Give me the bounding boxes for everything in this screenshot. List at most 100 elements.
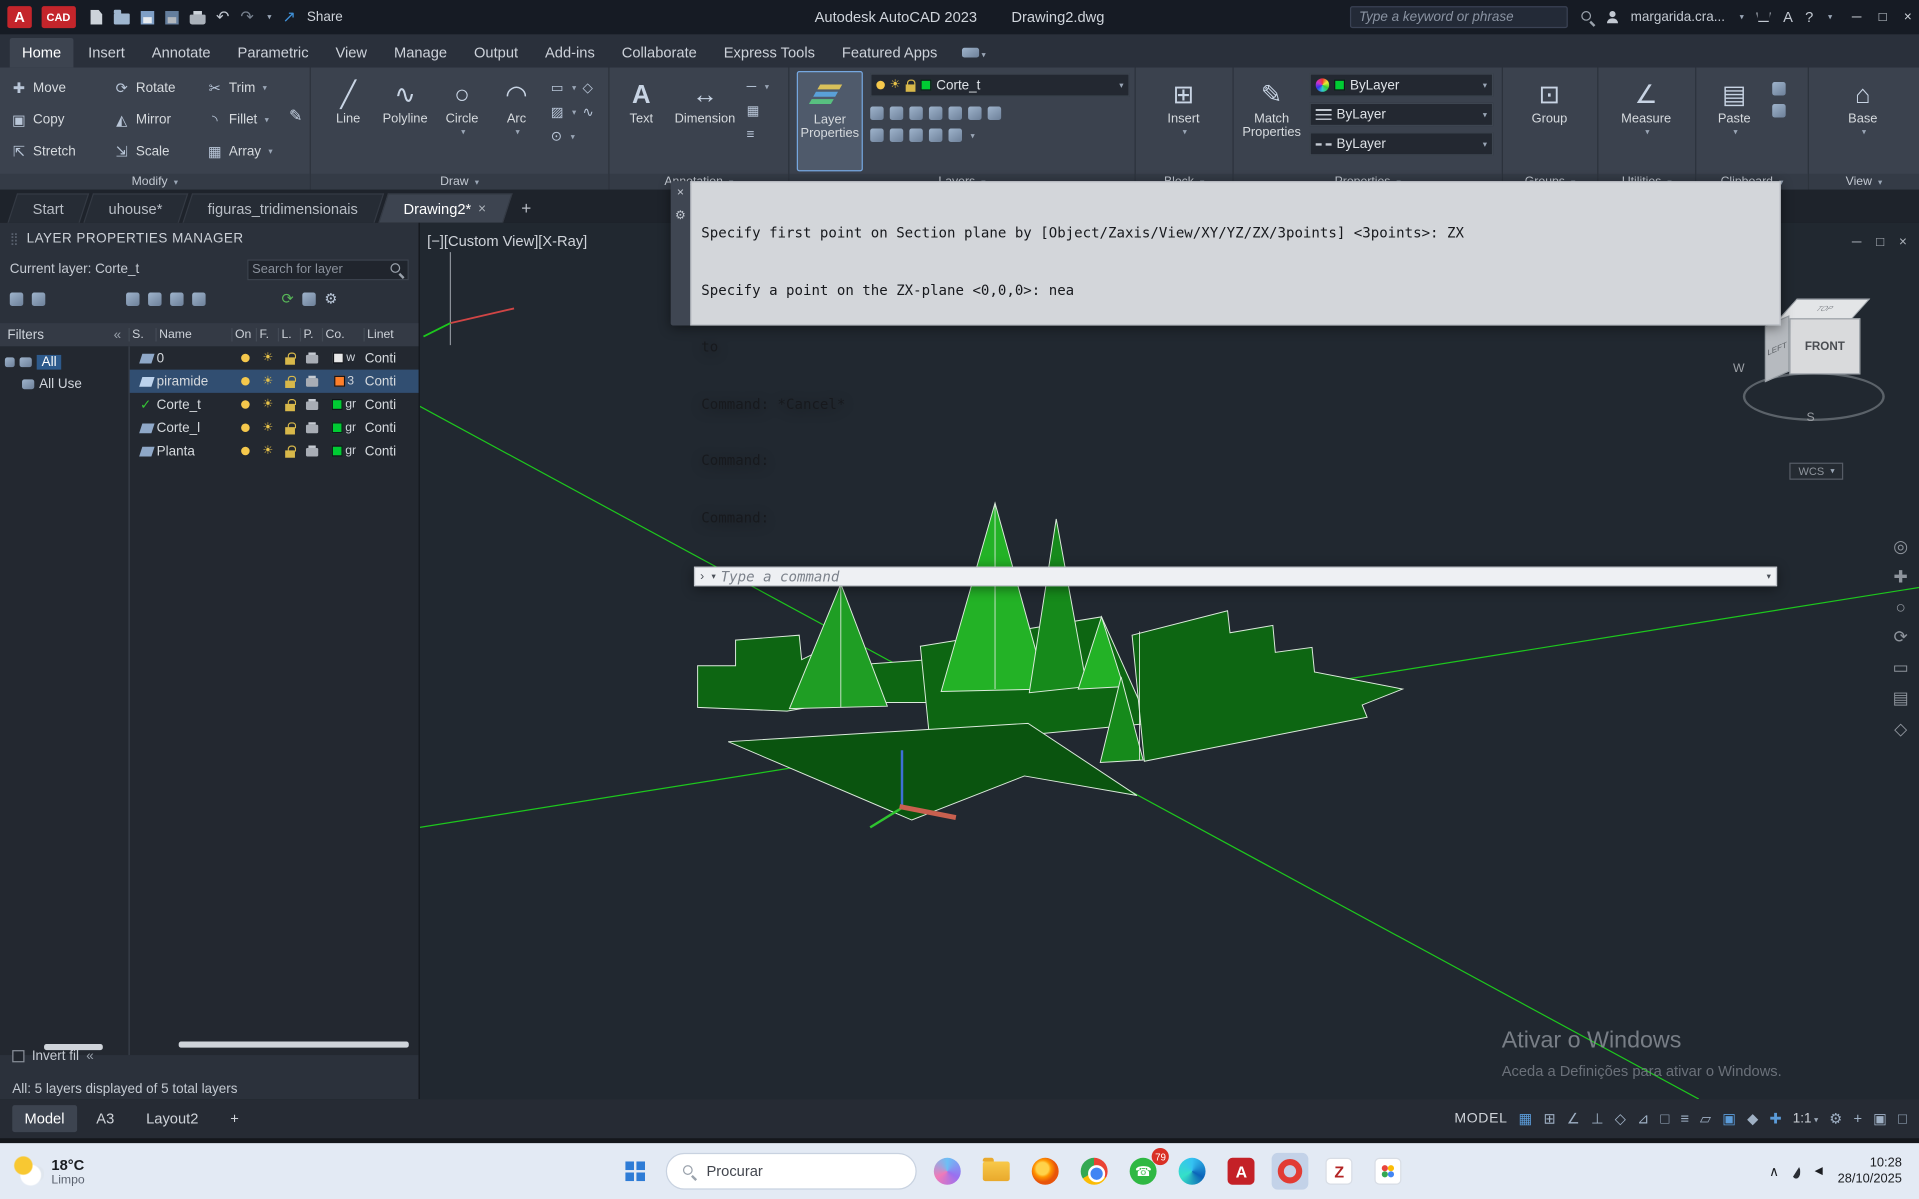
polyline-button[interactable]: ∿ Polyline xyxy=(377,71,433,171)
redo-icon[interactable]: ↷ xyxy=(240,7,253,27)
line-button[interactable]: ╱ Line xyxy=(321,71,376,171)
text-style-icon[interactable]: ≡ xyxy=(747,127,755,142)
rectangle-icon[interactable]: ▭ xyxy=(551,80,564,96)
model-space-indicator[interactable]: MODEL xyxy=(1454,1111,1507,1126)
panel-label-modify[interactable]: Modify ▾ xyxy=(0,173,310,190)
recent-commands-icon[interactable]: ▾ xyxy=(712,572,716,582)
lineweight-toggle-icon[interactable]: ≡ xyxy=(1680,1110,1689,1127)
move-button[interactable]: ✚ Move xyxy=(7,72,110,104)
taskbar-app-edge[interactable] xyxy=(1174,1153,1211,1190)
lpm-header[interactable]: ⣿ LAYER PROPERTIES MANAGER xyxy=(0,223,419,255)
copy-button[interactable]: ▣ Copy xyxy=(7,104,110,136)
layout-tab-layout2[interactable]: Layout2 xyxy=(134,1105,211,1132)
osnap-tracking-icon[interactable]: ⊿ xyxy=(1637,1110,1649,1127)
lock-toggle-icon[interactable] xyxy=(285,398,296,411)
lock-toggle-icon[interactable] xyxy=(285,444,296,458)
viewport-controls[interactable]: [−][Custom View][X-Ray] xyxy=(427,233,587,250)
autocad-logo[interactable]: A xyxy=(7,6,32,29)
object-color-dropdown[interactable]: ByLayer ▾ xyxy=(1309,73,1494,97)
help-caret-icon[interactable]: ▾ xyxy=(1828,12,1832,22)
freeze-toggle-icon[interactable]: ☀ xyxy=(257,444,279,457)
layer-row-corte-t[interactable]: ✓ Corte_t ☀ gr Conti xyxy=(130,393,419,416)
plot-toggle-icon[interactable] xyxy=(305,445,319,457)
taskbar-app-photos[interactable] xyxy=(1370,1153,1407,1190)
help-button[interactable]: ? xyxy=(1805,9,1813,26)
layer-lock-tool-icon[interactable] xyxy=(928,106,943,120)
tray-overflow-icon[interactable]: ∧ xyxy=(1769,1163,1779,1180)
erase-icon[interactable]: ✎ xyxy=(289,106,302,126)
panel-label-view[interactable]: View ▾ xyxy=(1808,173,1919,190)
taskbar-app-chrome[interactable] xyxy=(1076,1153,1113,1190)
on-toggle-icon[interactable] xyxy=(240,423,250,433)
table-icon[interactable]: ▦ xyxy=(747,103,760,119)
lock-toggle-icon[interactable] xyxy=(285,375,296,388)
point-icon[interactable]: ⊙ xyxy=(551,129,562,145)
isodraft-toggle-icon[interactable]: ◇ xyxy=(1615,1110,1626,1127)
save-icon[interactable] xyxy=(140,10,154,24)
selection-cycling-icon[interactable]: ▣ xyxy=(1722,1110,1736,1127)
close-button[interactable]: × xyxy=(1904,10,1912,25)
isolate-objects-icon[interactable]: ▣ xyxy=(1873,1110,1887,1127)
pan-icon[interactable]: ✚ xyxy=(1887,567,1914,588)
workspace-settings-icon[interactable]: ⚙ xyxy=(1829,1110,1842,1127)
tab-home[interactable]: Home xyxy=(9,37,74,68)
osnap-3d-toggle-icon[interactable]: ◆ xyxy=(1747,1110,1758,1127)
new-property-filter-icon[interactable] xyxy=(9,291,24,306)
layer-walk-icon[interactable] xyxy=(928,128,943,142)
annotation-scale-button[interactable]: 1:1 ▾ xyxy=(1793,1111,1818,1126)
minimize-button[interactable]: ─ xyxy=(1852,10,1862,25)
command-history[interactable]: Specify first point on Section plane by … xyxy=(692,182,1780,565)
invert-filter-checkbox[interactable] xyxy=(12,1050,25,1063)
insert-button[interactable]: ⊞ Insert ▾ xyxy=(1153,71,1214,171)
color-chip[interactable] xyxy=(332,352,344,364)
viewcube-front-face[interactable]: FRONT xyxy=(1789,318,1861,375)
polar-toggle-icon[interactable]: ∠ xyxy=(1567,1110,1580,1127)
command-window[interactable]: × ⚙ Specify first point on Section plane… xyxy=(670,181,1781,587)
circle-button[interactable]: ○ Circle ▾ xyxy=(434,71,489,171)
array-button[interactable]: ▦ Array ▾ xyxy=(203,136,306,168)
signed-in-user[interactable]: margarida.cra... xyxy=(1631,10,1725,25)
linetype-dropdown[interactable]: ByLayer ▾ xyxy=(1309,132,1494,156)
layer-unisolate-icon[interactable] xyxy=(968,106,982,120)
freeze-toggle-icon[interactable]: ☀ xyxy=(257,421,279,434)
viewport-minimize-icon[interactable]: ─ xyxy=(1852,235,1862,250)
make-current-icon[interactable] xyxy=(870,128,884,142)
taskbar-app-firefox[interactable] xyxy=(1027,1153,1064,1190)
tab-manage[interactable]: Manage xyxy=(382,38,460,67)
color-chip[interactable] xyxy=(331,398,343,411)
set-current-layer-icon[interactable] xyxy=(192,291,206,306)
delete-layer-icon[interactable] xyxy=(170,291,184,306)
wifi-icon[interactable] xyxy=(1791,1164,1800,1179)
hatch-icon[interactable]: ▨ xyxy=(551,104,564,120)
plot-toggle-icon[interactable] xyxy=(305,352,319,364)
tree-expander-icon[interactable] xyxy=(4,357,15,368)
previous-layer-icon[interactable] xyxy=(909,128,923,142)
collapse-invert-icon[interactable]: « xyxy=(86,1049,93,1064)
zoom-icon[interactable]: ○ xyxy=(1887,597,1914,617)
tab-parametric[interactable]: Parametric xyxy=(225,38,320,67)
taskbar-app-explorer[interactable] xyxy=(978,1153,1015,1190)
filter-all-used[interactable]: All Use xyxy=(0,373,129,395)
new-group-filter-icon[interactable] xyxy=(31,291,46,306)
command-input[interactable] xyxy=(720,567,1760,586)
command-input-row[interactable]: › ▾ ▾ xyxy=(693,566,1778,587)
save-as-icon[interactable] xyxy=(164,10,179,24)
tab-collaborate[interactable]: Collaborate xyxy=(609,38,709,67)
mirror-button[interactable]: ◭ Mirror xyxy=(110,104,203,136)
ortho-toggle-icon[interactable]: ⊥ xyxy=(1591,1110,1604,1127)
file-tab-figuras[interactable]: figuras_tridimensionais xyxy=(182,193,385,223)
command-close-icon[interactable]: × xyxy=(677,186,684,199)
tab-insert[interactable]: Insert xyxy=(76,38,137,67)
autodesk-app-icon[interactable]: A xyxy=(1783,9,1793,26)
share-icon[interactable]: ↗ xyxy=(283,7,296,27)
steering-icon[interactable]: ▤ xyxy=(1887,688,1914,709)
command-customize-icon[interactable]: ⚙ xyxy=(675,209,686,222)
layer-row-planta[interactable]: Planta ☀ gr Conti xyxy=(130,439,419,462)
tab-annotate[interactable]: Annotate xyxy=(140,38,223,67)
paste-button[interactable]: ▤ Paste ▾ xyxy=(1706,71,1762,171)
trim-button[interactable]: ✂ Trim ▾ xyxy=(203,72,306,104)
spline-icon[interactable]: ∿ xyxy=(582,104,593,120)
taskbar-app-copilot[interactable] xyxy=(929,1153,966,1190)
osnap-toggle-icon[interactable]: □ xyxy=(1660,1110,1669,1127)
taskbar-app-z[interactable]: Z xyxy=(1321,1153,1358,1190)
